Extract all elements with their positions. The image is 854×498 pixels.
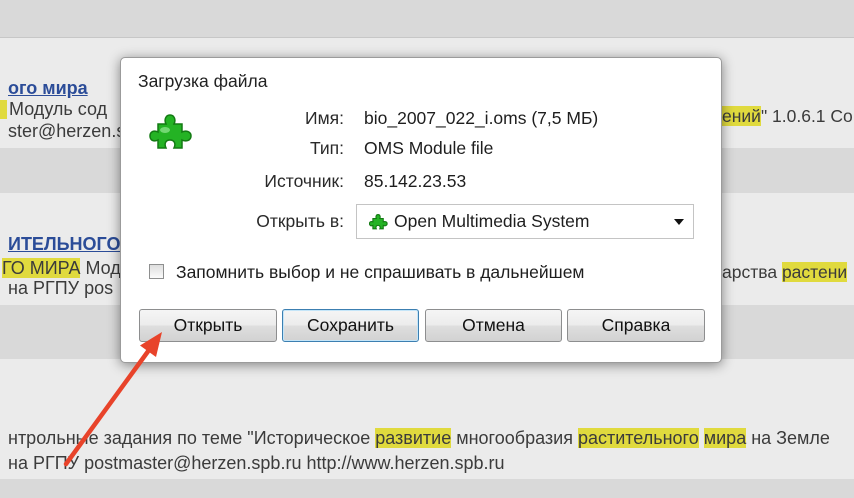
open-with-label: Открыть в: (256, 211, 344, 231)
result-snippet: ГО МИРА Мод (2, 258, 121, 278)
remember-checkbox[interactable] (149, 264, 164, 279)
snippet-text: нтрольные задания по теме "Историческое (8, 428, 376, 448)
name-value: bio_2007_022_i.oms (7,5 МБ) (364, 108, 599, 128)
result-snippet: Модуль сод (9, 99, 108, 119)
result-contact: на РГПУ postmaster@herzen.spb.ru http://… (8, 453, 505, 473)
open-with-selected-value: Open Multimedia System (394, 211, 590, 231)
snippet-text: арства (722, 262, 782, 282)
open-with-select[interactable]: Open Multimedia System (356, 204, 694, 239)
result-snippet-continuation: арства растени (722, 262, 848, 282)
open-button[interactable]: Открыть (139, 309, 277, 342)
result-snippet: нтрольные задания по теме "Историческое … (8, 428, 830, 448)
header-band (0, 0, 854, 37)
header-divider (0, 37, 854, 38)
snippet-text: на Земле (746, 428, 830, 448)
search-highlight: ГО МИРА (2, 258, 81, 278)
help-button[interactable]: Справка (567, 309, 705, 342)
remember-checkbox-label[interactable]: Запомнить выбор и не спрашивать в дальне… (176, 260, 584, 284)
type-value: OMS Module file (364, 138, 494, 158)
search-highlight: мира (703, 428, 747, 448)
result-title-link[interactable]: ого мира (8, 78, 88, 98)
file-download-dialog: Загрузка файла Имя: bio_2007_022_i.oms (… (120, 57, 722, 363)
search-highlight: растени (781, 262, 848, 282)
name-label: Имя: (305, 108, 344, 128)
puzzle-piece-icon (368, 214, 388, 230)
cancel-button[interactable]: Отмена (425, 309, 562, 342)
snippet-text (699, 428, 704, 448)
type-label: Тип: (309, 138, 344, 158)
snippet-text: " 1.0.6.1 Со (760, 106, 853, 126)
source-label: Источник: (264, 171, 344, 191)
puzzle-piece-icon (368, 212, 388, 231)
search-highlight: ений (722, 106, 761, 126)
result-separator-band (0, 479, 854, 498)
snippet-text: многообразия (451, 428, 578, 448)
result-snippet-continuation: ений" 1.0.6.1 Со (722, 106, 853, 126)
result-contact: на РГПУ pos (8, 278, 114, 298)
source-value: 85.142.23.53 (364, 171, 467, 191)
snippet-text: Мод (80, 258, 121, 278)
chevron-down-icon[interactable] (674, 219, 684, 225)
result-title-link[interactable]: ИТЕЛЬНОГО (8, 234, 120, 254)
search-results-page: ого мира Модуль сод ster@herzen.s ений" … (0, 0, 854, 498)
search-highlight: развитие (375, 428, 452, 448)
highlight-fragment (0, 100, 7, 119)
result-contact: ster@herzen.s (8, 121, 126, 141)
save-button[interactable]: Сохранить (282, 309, 419, 342)
search-highlight: растительного (577, 428, 699, 448)
dialog-title: Загрузка файла (138, 71, 268, 91)
